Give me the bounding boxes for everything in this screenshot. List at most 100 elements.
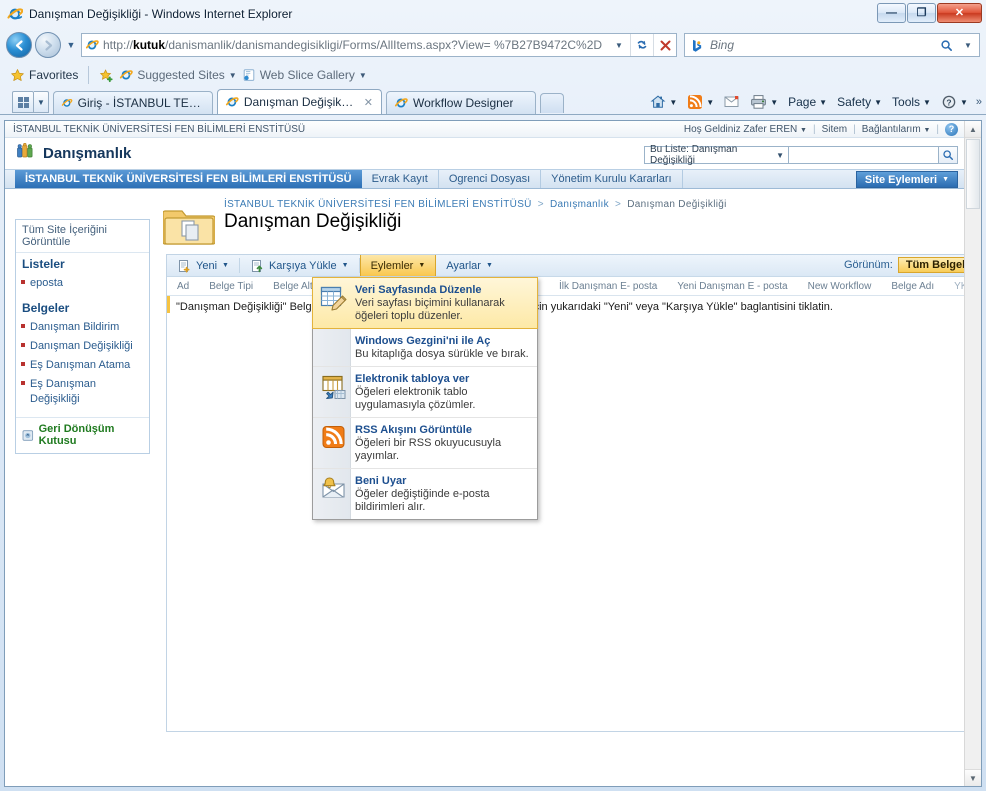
add-to-favorites-button[interactable] <box>99 68 114 83</box>
tab-list-dropdown-button[interactable]: ▼ <box>34 91 49 113</box>
browser-search-dropdown[interactable]: ▼ <box>957 34 979 56</box>
list-column-headers: Ad Belge Tipi Belge Alt Tipi İlk Danışma… <box>167 277 964 296</box>
quick-launch-item-danisman-bildirim[interactable]: Danışman Bildirim <box>16 318 149 337</box>
view-selector-dropdown[interactable]: Tüm Belgeler ▼ <box>897 257 964 273</box>
menu-item-open-with-explorer[interactable]: Windows Gezgini'ni ile Aç Bu kitaplığa d… <box>313 329 537 367</box>
my-site-link[interactable]: Sitem <box>822 124 848 135</box>
close-window-button[interactable]: ✕ <box>937 3 982 23</box>
page-body: Tüm Site İçeriğini Görüntüle Listeler ep… <box>5 189 964 754</box>
page-favicon-icon <box>85 38 99 52</box>
chevron-down-icon: ▼ <box>959 97 968 107</box>
print-button[interactable]: ▼ <box>746 92 782 112</box>
menu-item-edit-in-datasheet-description: Veri sayfası biçimini kullanarak öğeleri… <box>355 297 505 322</box>
scroll-down-button[interactable]: ▼ <box>965 769 981 786</box>
browser-tab-1[interactable]: Giriş - İSTANBUL TEKNİK ... <box>53 91 213 114</box>
page-menu-button[interactable]: Page ▼ <box>784 93 831 111</box>
page-title: Danışman Değişikliği <box>224 211 402 232</box>
view-selector-value: Tüm Belgeler <box>905 259 964 271</box>
column-header-ad[interactable]: Ad <box>167 281 199 292</box>
quick-launch-item-danisman-degisikligi[interactable]: Danışman Değişikliği <box>16 337 149 356</box>
sharepoint-search-button[interactable] <box>939 146 958 164</box>
minimize-button[interactable]: — <box>877 3 906 23</box>
rss-icon <box>317 423 351 463</box>
scrollbar-thumb[interactable] <box>966 139 980 209</box>
mail-button[interactable] <box>720 93 744 111</box>
address-bar[interactable]: http://kutuk/danismanlik/danismandegisik… <box>81 33 677 57</box>
forward-button[interactable] <box>35 32 61 58</box>
page-header: İSTANBUL TEKNİK ÜNİVERSİTESİ FEN BİLİMLE… <box>158 189 964 247</box>
chevron-down-icon: ▼ <box>341 262 349 269</box>
menu-item-export-to-spreadsheet-text: Elektronik tabloya ver Öğeleri elektroni… <box>355 372 531 412</box>
menu-item-view-rss-feed-description: Öğeleri bir RSS okuyucusuyla yayımlar. <box>355 437 502 462</box>
settings-menu-button[interactable]: Ayarlar ▼ <box>436 255 503 276</box>
chevron-down-icon: ▼ <box>923 97 931 107</box>
browser-search-box[interactable]: Bing ▼ <box>684 33 980 57</box>
quick-launch-item-es-danisman-degisikligi[interactable]: Eş Danışman Değişikliği <box>16 375 149 413</box>
menu-item-export-to-spreadsheet[interactable]: Elektronik tabloya ver Öğeleri elektroni… <box>313 367 537 418</box>
back-button[interactable] <box>6 32 32 58</box>
document-library-webpart: Yeni ▼ Karşıya Yükle ▼ Eylemler ▼ Ayarla… <box>166 254 964 732</box>
column-header-yeni-danisman-eposta[interactable]: Yeni Danışman E - posta <box>667 281 797 292</box>
help-icon[interactable]: ? <box>945 122 958 136</box>
home-button[interactable]: ▼ <box>646 92 681 112</box>
menu-item-edit-in-datasheet[interactable]: Veri Sayfasında Düzenle Veri sayfası biç… <box>312 277 538 329</box>
menu-item-alert-me-title: Beni Uyar <box>355 475 407 487</box>
topnav-tab-0-label: İSTANBUL TEKNİK ÜNİVERSİTESİ FEN BİLİMLE… <box>25 173 352 185</box>
browser-tab-3[interactable]: Workflow Designer <box>386 91 536 114</box>
site-actions-button[interactable]: Site Eylemleri ▼ <box>855 171 958 188</box>
browser-tab-2[interactable]: Danışman Değişikliği ✕ <box>217 89 382 114</box>
view-selector-area: Görünüm: Tüm Belgeler ▼ <box>844 257 964 273</box>
view-all-site-content-link[interactable]: Tüm Site İçeriğini Görüntüle <box>16 220 149 253</box>
new-menu-button[interactable]: Yeni ▼ <box>167 255 239 276</box>
topnav-tab-3[interactable]: Yönetim Kurulu Kararları <box>541 170 683 188</box>
site-title: Danışmanlık <box>43 145 132 162</box>
scroll-up-button[interactable]: ▲ <box>965 121 981 138</box>
welcome-menu[interactable]: Hoş Geldiniz Zafer EREN ▼ <box>684 124 807 135</box>
search-scope-dropdown[interactable]: Bu Liste: Danışman Değişikliği ▼ <box>644 144 789 166</box>
recycle-bin-link[interactable]: Geri Dönüşüm Kutusu <box>16 418 149 453</box>
upload-menu-button[interactable]: Karşıya Yükle ▼ <box>240 255 359 276</box>
topnav-tab-2[interactable]: Ogrenci Dosyası <box>439 170 542 188</box>
maximize-button[interactable]: ❐ <box>907 3 936 23</box>
chevron-down-icon: ▼ <box>669 97 678 107</box>
breadcrumb-item-1[interactable]: Danışmanlık <box>550 199 609 210</box>
menu-item-edit-in-datasheet-title: Veri Sayfasında Düzenle <box>355 284 482 296</box>
printer-icon <box>751 95 767 109</box>
quick-launch-item-es-danisman-atama[interactable]: Eş Danışman Atama <box>16 356 149 375</box>
address-dropdown-button[interactable]: ▼ <box>608 34 630 56</box>
actions-menu-button[interactable]: Eylemler ▼ <box>359 255 437 276</box>
safety-menu-button[interactable]: Safety ▼ <box>833 93 886 111</box>
topnav-tab-1[interactable]: Evrak Kayıt <box>362 170 439 188</box>
chevron-down-icon: ▼ <box>874 97 883 107</box>
column-header-new-workflow[interactable]: New Workflow <box>798 281 882 292</box>
web-slice-gallery-button[interactable]: Web Slice Gallery ▼ <box>242 68 367 82</box>
page-vertical-scrollbar[interactable]: ▲ ▼ <box>964 121 981 786</box>
tab-close-icon[interactable]: ✕ <box>364 96 373 109</box>
favorites-button[interactable]: Favorites <box>10 68 78 83</box>
feeds-button[interactable]: ▼ <box>683 92 718 112</box>
divider: | <box>812 123 816 135</box>
stop-button[interactable] <box>654 34 676 56</box>
topnav-tab-0[interactable]: İSTANBUL TEKNİK ÜNİVERSİTESİ FEN BİLİMLE… <box>15 170 362 188</box>
tools-menu-label: Tools <box>892 95 921 109</box>
suggested-sites-button[interactable]: Suggested Sites ▼ <box>119 68 237 82</box>
my-links-menu[interactable]: Bağlantılarım ▼ <box>862 124 931 135</box>
new-tab-button[interactable] <box>540 93 564 113</box>
command-bar-overflow-icon[interactable]: » <box>974 96 982 108</box>
browser-search-go-button[interactable] <box>935 34 957 56</box>
column-header-yk-karari[interactable]: YK Kararı <box>944 281 964 292</box>
menu-item-view-rss-feed[interactable]: RSS Akışını Görüntüle Öğeleri bir RSS ok… <box>313 418 537 469</box>
menu-item-alert-me[interactable]: Beni Uyar Öğeler değiştiğinde e-posta bi… <box>313 469 537 519</box>
tools-menu-button[interactable]: Tools ▼ <box>888 93 935 111</box>
column-header-belge-tipi[interactable]: Belge Tipi <box>199 281 263 292</box>
help-menu-button[interactable]: ? ▼ <box>937 92 972 112</box>
history-dropdown-button[interactable]: ▼ <box>64 40 78 50</box>
quick-launch-item-eposta[interactable]: eposta <box>16 274 149 293</box>
sharepoint-search-input[interactable] <box>789 146 939 164</box>
internet-explorer-icon <box>120 70 134 80</box>
column-header-belge-adi[interactable]: Belge Adı <box>881 281 944 292</box>
quick-tabs-button[interactable] <box>12 91 34 113</box>
refresh-button[interactable] <box>631 34 653 56</box>
breadcrumb-item-0[interactable]: İSTANBUL TEKNİK ÜNİVERSİTESİ FEN BİLİMLE… <box>224 199 532 210</box>
column-header-ilk-danisman-eposta[interactable]: İlk Danışman E- posta <box>549 281 667 292</box>
